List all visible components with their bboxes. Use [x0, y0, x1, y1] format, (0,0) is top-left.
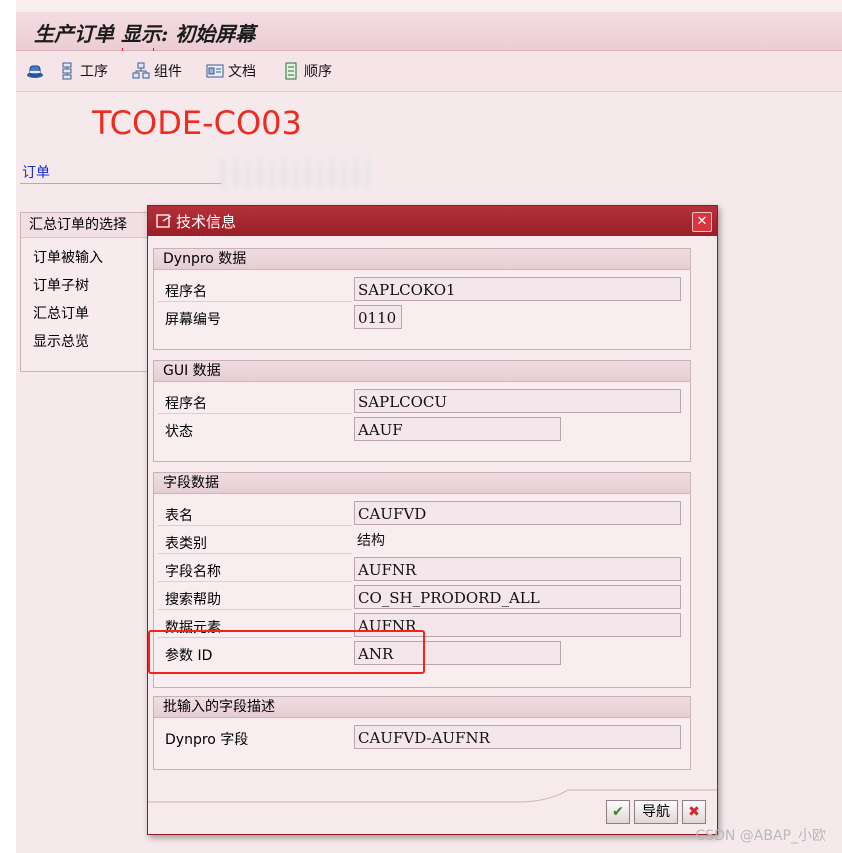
- field-label: 表类别: [165, 536, 207, 552]
- search-help-field[interactable]: CO_SH_PRODORD_ALL: [354, 585, 681, 609]
- parameter-id-highlight: [148, 630, 425, 674]
- summary-item-show-overview[interactable]: 显示总览: [33, 331, 89, 351]
- summary-item-order-subtree[interactable]: 订单子树: [33, 275, 89, 295]
- technical-info-dialog: 技术信息 ✕ Dynpro 数据 程序名 SAPLCOKO1 屏幕编号 0110…: [147, 205, 718, 835]
- field-row: 字段名称 AUFNR: [154, 556, 690, 584]
- components-icon: [132, 62, 150, 80]
- group-title: GUI 数据: [154, 361, 690, 382]
- field-row: 屏幕编号 0110: [154, 304, 690, 332]
- summary-title: 汇总订单的选择: [21, 213, 161, 238]
- tcode-annotation: TCODE-CO03: [92, 104, 302, 142]
- program-name-field[interactable]: SAPLCOKO1: [354, 277, 681, 301]
- group-dynpro-data: Dynpro 数据 程序名 SAPLCOKO1 屏幕编号 0110: [153, 248, 691, 350]
- field-row: 表名 CAUFVD: [154, 500, 690, 528]
- window-icon: [156, 213, 172, 229]
- title-bar: 生产订单 显示: 初始屏幕: [16, 12, 842, 65]
- cancel-button[interactable]: ✖: [682, 800, 706, 824]
- group-title: 批输入的字段描述: [154, 697, 690, 718]
- sequence-icon: [282, 62, 300, 80]
- dynpro-field-field[interactable]: CAUFVD-AUFNR: [354, 725, 681, 749]
- watermark: CSDN @ABAP_小欧: [695, 828, 826, 844]
- order-input-line[interactable]: [20, 183, 222, 184]
- toolbar-operations-button[interactable]: 工序: [58, 61, 108, 81]
- field-row: Dynpro 字段 CAUFVD-AUFNR: [154, 724, 690, 752]
- cancel-x-icon: ✖: [688, 804, 700, 820]
- dialog-button-bar: ✔ 导航 ✖: [148, 786, 717, 834]
- field-row: 表类别 结构: [154, 528, 690, 556]
- field-label: 程序名: [165, 284, 207, 300]
- navigate-button[interactable]: 导航: [634, 800, 678, 824]
- toolbar-sequence-button[interactable]: 顺序: [282, 61, 332, 81]
- application-toolbar: 工序 组件 文档 顺序: [16, 51, 842, 92]
- field-label: 状态: [165, 424, 193, 440]
- documents-icon: [206, 62, 224, 80]
- screen-number-field[interactable]: 0110: [354, 305, 402, 329]
- footer-divider: [148, 789, 717, 803]
- group-batch-input: 批输入的字段描述 Dynpro 字段 CAUFVD-AUFNR: [153, 696, 691, 770]
- field-label: 字段名称: [165, 564, 221, 580]
- toolbar-documents-button[interactable]: 文档: [206, 61, 256, 81]
- field-name-field[interactable]: AUFNR: [354, 557, 681, 581]
- field-label: 程序名: [165, 396, 207, 412]
- operations-icon: [58, 62, 76, 80]
- top-strip: [16, 0, 842, 12]
- dialog-title: 技术信息: [176, 213, 237, 231]
- toolbar-components-button[interactable]: 组件: [132, 61, 182, 81]
- summary-item-collective-order[interactable]: 汇总订单: [33, 303, 89, 323]
- summary-item-order-entered[interactable]: 订单被输入: [33, 247, 103, 267]
- group-gui-data: GUI 数据 程序名 SAPLCOCU 状态 AAUF: [153, 360, 691, 462]
- checkmark-icon: ✔: [612, 804, 624, 820]
- screen-title: 生产订单 显示: 初始屏幕: [34, 22, 256, 46]
- field-label: Dynpro 字段: [165, 732, 249, 748]
- status-field[interactable]: AAUF: [354, 417, 561, 441]
- table-category-value: 结构: [357, 533, 385, 549]
- summary-order-selection: 汇总订单的选择 订单被输入 订单子树 汇总订单 显示总览: [20, 212, 162, 372]
- gui-program-name-field[interactable]: SAPLCOCU: [354, 389, 681, 413]
- field-label: 屏幕编号: [165, 312, 221, 328]
- field-label: 表名: [165, 508, 193, 524]
- close-icon[interactable]: ✕: [692, 212, 712, 232]
- toolbar-hat-button[interactable]: [26, 61, 48, 81]
- field-row: 程序名 SAPLCOCU: [154, 388, 690, 416]
- table-name-field[interactable]: CAUFVD: [354, 501, 681, 525]
- group-title: Dynpro 数据: [154, 249, 690, 270]
- hat-icon: [26, 62, 44, 80]
- group-title: 字段数据: [154, 473, 690, 494]
- field-row: 状态 AAUF: [154, 416, 690, 444]
- field-row: 搜索帮助 CO_SH_PRODORD_ALL: [154, 584, 690, 612]
- dialog-title-bar[interactable]: 技术信息 ✕: [148, 206, 717, 236]
- order-label: 订单: [22, 165, 50, 181]
- blurred-order-value: [221, 158, 376, 188]
- field-label: 搜索帮助: [165, 592, 221, 608]
- confirm-button[interactable]: ✔: [606, 800, 630, 824]
- field-row: 程序名 SAPLCOKO1: [154, 276, 690, 304]
